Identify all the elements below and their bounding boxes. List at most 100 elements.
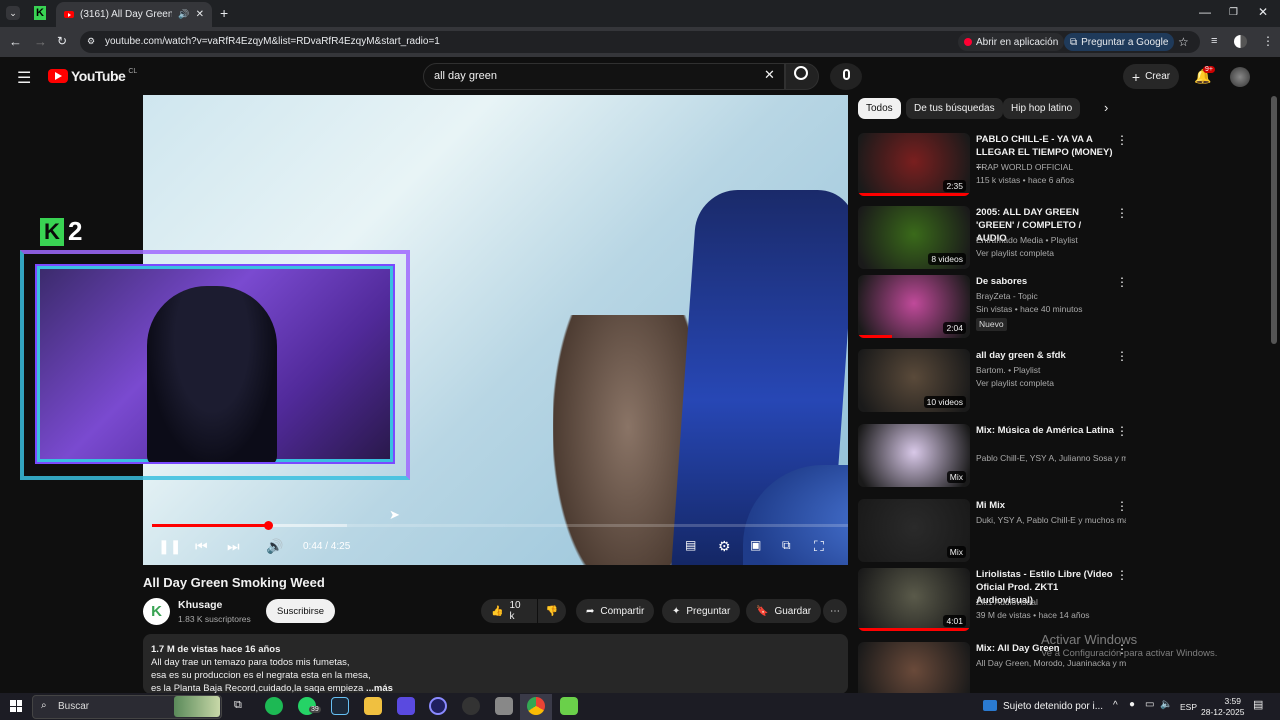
- tray-chevron-icon[interactable]: ^: [1113, 700, 1118, 711]
- open-in-app-chip[interactable]: Abrir en aplicación: [958, 33, 1065, 51]
- language-indicator[interactable]: ESP: [1180, 702, 1197, 712]
- steam-icon[interactable]: [331, 697, 349, 715]
- progress-scrubber-handle[interactable]: [263, 521, 273, 530]
- app-window-icon[interactable]: [495, 697, 513, 715]
- recommendation-thumbnail[interactable]: 2:35: [858, 133, 970, 196]
- subtitles-icon[interactable]: ▤: [685, 538, 696, 552]
- recommendation-thumbnail[interactable]: 8 videos: [858, 206, 970, 269]
- recommendation-item[interactable]: 4:01 Liriolistas - Estilo Libre (Video Of…: [858, 568, 1138, 634]
- clock-date[interactable]: 28-12-2025: [1201, 707, 1244, 717]
- ask-button[interactable]: ✦ Preguntar: [662, 599, 741, 623]
- fullscreen-icon[interactable]: ⛶: [814, 538, 824, 555]
- recommendation-title[interactable]: De sabores: [976, 275, 1114, 288]
- recommendation-title[interactable]: Mix: Música de América Latina: [976, 424, 1114, 437]
- recommendation-thumbnail[interactable]: 10 videos: [858, 349, 970, 412]
- app-circle-icon[interactable]: [429, 697, 447, 715]
- minecraft-icon[interactable]: [560, 697, 578, 715]
- tab-close-icon[interactable]: ✕: [196, 9, 204, 20]
- dislike-button[interactable]: 👎: [538, 599, 566, 623]
- more-options-icon[interactable]: ⋮: [1116, 133, 1128, 147]
- new-tab-icon[interactable]: +: [220, 5, 228, 21]
- miniplayer-icon[interactable]: ▣: [750, 538, 761, 552]
- more-options-icon[interactable]: ⋮: [1116, 206, 1128, 220]
- recommendation-thumbnail[interactable]: Mix: [858, 499, 970, 562]
- app-tool-icon[interactable]: [462, 697, 480, 715]
- more-actions-button[interactable]: ⋯: [823, 599, 847, 623]
- share-button[interactable]: ➦ Compartir: [576, 599, 655, 623]
- clear-search-icon[interactable]: ✕: [764, 67, 775, 83]
- spotify-icon[interactable]: [265, 697, 283, 715]
- channel-avatar[interactable]: K: [143, 598, 170, 625]
- recommendation-channel: BrayZeta - Topic: [976, 291, 1038, 301]
- profile-icon[interactable]: [1234, 35, 1247, 48]
- youtube-logo[interactable]: YouTube CL: [48, 68, 137, 84]
- next-icon[interactable]: ⏭: [227, 538, 240, 555]
- chrome-icon[interactable]: [527, 697, 545, 715]
- chip-all[interactable]: Todos: [858, 98, 901, 119]
- description-box[interactable]: 1.7 M de vistas hace 16 años All day tra…: [143, 634, 848, 694]
- recommendation-thumbnail[interactable]: 4:01: [858, 568, 970, 631]
- window-close-icon[interactable]: ✕: [1258, 5, 1268, 19]
- more-options-icon[interactable]: ⋮: [1116, 568, 1128, 582]
- recommendation-title[interactable]: all day green & sfdk: [976, 349, 1114, 362]
- forward-icon[interactable]: →: [34, 34, 47, 49]
- back-icon[interactable]: ←: [9, 34, 22, 49]
- more-options-icon[interactable]: ⋮: [1116, 275, 1128, 289]
- save-button[interactable]: 🔖 Guardar: [746, 599, 822, 623]
- settings-gear-icon[interactable]: ⚙: [718, 538, 731, 555]
- site-info-icon[interactable]: ⚙: [87, 36, 95, 47]
- bookmark-star-icon[interactable]: ☆: [1178, 35, 1189, 49]
- microphone-tray-icon[interactable]: ●: [1129, 699, 1135, 710]
- search-icon: [794, 66, 808, 80]
- more-options-icon[interactable]: ⋮: [1116, 499, 1128, 513]
- ask-google-chip[interactable]: ⧉ Preguntar a Google: [1064, 33, 1175, 51]
- chip-from-searches[interactable]: De tus búsquedas: [906, 98, 1003, 119]
- previous-icon[interactable]: ⏮: [195, 538, 208, 555]
- hamburger-menu-icon[interactable]: ☰: [17, 68, 31, 88]
- pause-icon[interactable]: ❚❚: [158, 538, 181, 555]
- more-options-icon[interactable]: ⋮: [1116, 424, 1128, 438]
- chip-hip-hop-latino[interactable]: Hip hop latino: [1003, 98, 1081, 119]
- clock-time[interactable]: 3:59: [1213, 696, 1241, 706]
- file-explorer-icon[interactable]: [364, 697, 382, 715]
- url-text[interactable]: youtube.com/watch?v=vaRfR4EzqyM&list=RDv…: [105, 36, 440, 47]
- time-display: 0:44 / 4:25: [303, 541, 351, 552]
- notification-center-icon[interactable]: ▤: [1253, 698, 1263, 711]
- volume-tray-icon[interactable]: 🔈: [1160, 699, 1172, 710]
- recommendation-thumbnail[interactable]: Mix: [858, 424, 970, 487]
- chrome-menu-icon[interactable]: ⋮: [1262, 34, 1274, 48]
- tab-youtube[interactable]: (3161) All Day Green Smoking 🔊 ✕: [56, 2, 212, 27]
- recommendation-title[interactable]: Mi Mix: [976, 499, 1114, 512]
- recommendation-item[interactable]: 2:35 PABLO CHILL-E - YA VA A LLEGAR EL TI…: [858, 133, 1138, 199]
- channel-name[interactable]: Khusage: [178, 599, 222, 611]
- restore-icon[interactable]: ❐: [1229, 7, 1238, 18]
- network-icon[interactable]: ▭: [1145, 699, 1154, 710]
- news-widget-icon[interactable]: [983, 700, 997, 711]
- reload-icon[interactable]: ↻: [57, 34, 67, 48]
- windows-start-icon[interactable]: [10, 700, 22, 712]
- cast-icon[interactable]: ⧉: [782, 538, 791, 553]
- kick-tab-icon[interactable]: K: [34, 6, 46, 20]
- more-options-icon[interactable]: ⋮: [1116, 349, 1128, 363]
- media-control-icon[interactable]: ≡: [1211, 35, 1217, 47]
- news-widget-text[interactable]: Sujeto detenido por i...: [1003, 701, 1103, 712]
- app-grid-icon[interactable]: [397, 697, 415, 715]
- recommendation-item[interactable]: Mix Mi Mix Duki, YSY A, Pablo Chill-E y mu…: [858, 499, 1138, 565]
- subscribe-button[interactable]: Suscribirse: [266, 599, 335, 623]
- volume-icon[interactable]: 🔊: [266, 538, 283, 555]
- recommendation-thumbnail[interactable]: 2:04: [858, 275, 970, 338]
- recommendation-item[interactable]: 8 videos 2005: ALL DAY GREEN 'GREEN' / CO…: [858, 206, 1138, 272]
- recommendation-item[interactable]: 10 videos all day green & sfdk Bartom. • P…: [858, 349, 1138, 415]
- create-button[interactable]: + Crear: [1123, 64, 1179, 89]
- recommendation-item[interactable]: 2:04 De sabores BrayZeta - Topic Sin vistas…: [858, 275, 1138, 341]
- recommendation-item[interactable]: Mix Mix: Música de América Latina Pablo Ch…: [858, 424, 1138, 490]
- minimize-icon[interactable]: —: [1199, 5, 1211, 19]
- avatar[interactable]: [1230, 67, 1250, 87]
- chips-next-chevron-icon[interactable]: ›: [1104, 100, 1108, 115]
- like-button[interactable]: 👍 10 k: [481, 599, 537, 623]
- whatsapp-badge: 39: [309, 706, 321, 713]
- tab-search-icon[interactable]: ⌄: [6, 6, 20, 20]
- task-view-icon[interactable]: ⧉: [234, 699, 242, 712]
- page-scrollbar[interactable]: [1271, 96, 1277, 344]
- speaker-icon[interactable]: 🔊: [178, 9, 189, 20]
